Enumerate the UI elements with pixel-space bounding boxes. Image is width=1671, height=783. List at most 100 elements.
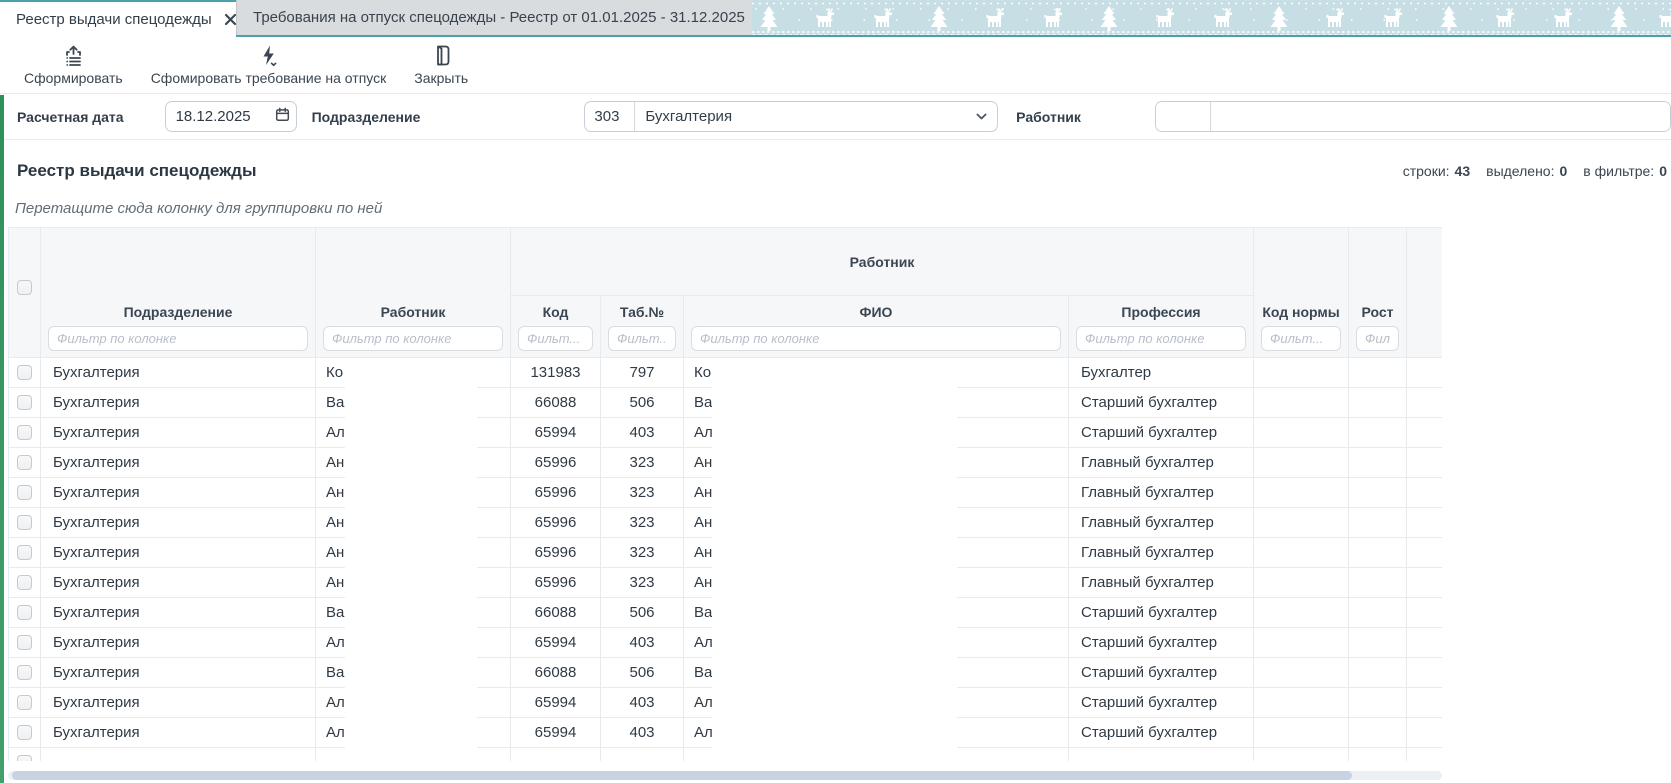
horizontal-scrollbar[interactable] xyxy=(8,771,1442,780)
cell-tab-no[interactable]: 403 xyxy=(601,628,684,658)
cell-height[interactable] xyxy=(1349,628,1407,658)
cell-norm-code[interactable] xyxy=(1254,388,1349,418)
col-header-tab-no[interactable]: Таб.№ xyxy=(601,296,684,358)
cell-department[interactable]: Бухгалтерия xyxy=(41,688,316,718)
cell-department[interactable]: Бухгалтерия xyxy=(41,628,316,658)
filter-tab-no-input[interactable] xyxy=(608,326,676,351)
filter-employee-input[interactable] xyxy=(323,326,503,351)
cell-norm-code[interactable] xyxy=(1254,598,1349,628)
cell-department[interactable]: Бухгалтерия xyxy=(41,478,316,508)
select-all-checkbox[interactable] xyxy=(17,280,32,295)
cell-height[interactable] xyxy=(1349,658,1407,688)
cell-norm-code[interactable] xyxy=(1254,658,1349,688)
cell-code[interactable]: 65996 xyxy=(511,508,601,538)
cell-profession[interactable]: Старший бухгалтер xyxy=(1069,718,1254,748)
scrollbar-thumb[interactable] xyxy=(12,771,1352,780)
cell-profession[interactable]: Старший бухгалтер xyxy=(1069,598,1254,628)
generate-requirement-button[interactable]: Сфомировать требование на отпуск xyxy=(145,42,393,88)
cell-height[interactable] xyxy=(1349,448,1407,478)
department-code[interactable]: 303 xyxy=(585,102,635,131)
cell-height[interactable] xyxy=(1349,508,1407,538)
col-header-height[interactable]: Рост xyxy=(1349,228,1407,358)
filter-profession-input[interactable] xyxy=(1076,326,1246,351)
cell-height[interactable] xyxy=(1349,688,1407,718)
cell-profession[interactable]: Главный бухгалтер xyxy=(1069,538,1254,568)
cell-code[interactable]: 65994 xyxy=(511,718,601,748)
cell-tab-no[interactable]: 403 xyxy=(601,718,684,748)
cell-code[interactable]: 65994 xyxy=(511,418,601,448)
col-header-fio[interactable]: ФИО xyxy=(684,296,1069,358)
row-checkbox[interactable] xyxy=(17,755,32,761)
row-checkbox[interactable] xyxy=(17,575,32,590)
cell-tab-no[interactable]: 403 xyxy=(601,688,684,718)
cell-norm-code[interactable] xyxy=(1254,508,1349,538)
cell-tab-no[interactable]: 797 xyxy=(601,358,684,388)
cell-norm-code[interactable] xyxy=(1254,418,1349,448)
cell-tab-no[interactable]: 323 xyxy=(601,538,684,568)
cell-tab-no[interactable]: 506 xyxy=(601,658,684,688)
close-icon[interactable] xyxy=(224,13,237,26)
cell-department[interactable]: Бухгалтерия xyxy=(41,598,316,628)
col-header-employee[interactable]: Работник xyxy=(316,228,511,358)
row-checkbox[interactable] xyxy=(17,515,32,530)
col-header-code[interactable]: Код xyxy=(511,296,601,358)
row-checkbox[interactable] xyxy=(17,485,32,500)
cell-code[interactable]: 65994 xyxy=(511,688,601,718)
cell-code[interactable] xyxy=(511,748,601,762)
calc-date-value[interactable] xyxy=(176,108,268,125)
cell-profession[interactable]: Старший бухгалтер xyxy=(1069,688,1254,718)
row-checkbox[interactable] xyxy=(17,395,32,410)
cell-norm-code[interactable] xyxy=(1254,538,1349,568)
cell-norm-code[interactable] xyxy=(1254,628,1349,658)
close-button[interactable]: Закрыть xyxy=(408,42,474,88)
calendar-icon[interactable] xyxy=(274,106,291,128)
cell-profession[interactable]: Старший бухгалтер xyxy=(1069,658,1254,688)
cell-department[interactable]: Бухгалтерия xyxy=(41,418,316,448)
row-checkbox[interactable] xyxy=(17,605,32,620)
cell-norm-code[interactable] xyxy=(1254,478,1349,508)
cell-norm-code[interactable] xyxy=(1254,748,1349,762)
cell-department[interactable]: Бухгалтерия xyxy=(41,388,316,418)
cell-code[interactable]: 65996 xyxy=(511,538,601,568)
cell-department[interactable]: Бухгалтерия xyxy=(41,358,316,388)
cell-profession[interactable]: Бухгалтер xyxy=(1069,358,1254,388)
col-header-norm-code[interactable]: Код нормы xyxy=(1254,228,1349,358)
tab-requirements[interactable]: Требования на отпуск спецодежды - Реестр… xyxy=(236,0,752,35)
cell-tab-no[interactable]: 323 xyxy=(601,478,684,508)
row-checkbox[interactable] xyxy=(17,455,32,470)
cell-height[interactable] xyxy=(1349,388,1407,418)
cell-height[interactable] xyxy=(1349,538,1407,568)
cell-tab-no[interactable]: 323 xyxy=(601,508,684,538)
cell-department[interactable]: Бухгалтерия xyxy=(41,508,316,538)
cell-profession[interactable]: Главный бухгалтер xyxy=(1069,478,1254,508)
chevron-down-icon[interactable] xyxy=(974,109,997,124)
cell-code[interactable]: 65996 xyxy=(511,448,601,478)
employee-code-input[interactable] xyxy=(1156,102,1211,131)
cell-tab-no[interactable]: 403 xyxy=(601,418,684,448)
group-drop-zone[interactable]: Перетащите сюда колонку для группировки … xyxy=(0,181,1671,217)
row-checkbox[interactable] xyxy=(17,665,32,680)
employee-picker[interactable] xyxy=(1155,101,1671,132)
cell-code[interactable]: 65996 xyxy=(511,568,601,598)
col-header-department[interactable]: Подразделение xyxy=(41,228,316,358)
cell-height[interactable] xyxy=(1349,568,1407,598)
tab-registry[interactable]: Реестр выдачи спецодежды xyxy=(0,0,236,37)
cell-tab-no[interactable]: 506 xyxy=(601,598,684,628)
cell-department[interactable]: Бухгалтерия xyxy=(41,658,316,688)
cell-profession[interactable]: Главный бухгалтер xyxy=(1069,508,1254,538)
generate-button[interactable]: Сформировать xyxy=(18,42,129,88)
cell-code[interactable]: 66088 xyxy=(511,658,601,688)
cell-profession[interactable]: Старший бухгалтер xyxy=(1069,418,1254,448)
row-checkbox[interactable] xyxy=(17,695,32,710)
cell-department[interactable]: Бухгалтерия xyxy=(41,718,316,748)
employee-name-input[interactable] xyxy=(1211,102,1670,131)
cell-height[interactable] xyxy=(1349,748,1407,762)
cell-norm-code[interactable] xyxy=(1254,568,1349,598)
cell-profession[interactable]: Главный бухгалтер xyxy=(1069,448,1254,478)
col-header-profession[interactable]: Профессия xyxy=(1069,296,1254,358)
cell-profession[interactable]: Старший бухгалтер xyxy=(1069,628,1254,658)
cell-height[interactable] xyxy=(1349,598,1407,628)
cell-code[interactable]: 65996 xyxy=(511,478,601,508)
filter-code-input[interactable] xyxy=(518,326,593,351)
cell-code[interactable]: 66088 xyxy=(511,598,601,628)
